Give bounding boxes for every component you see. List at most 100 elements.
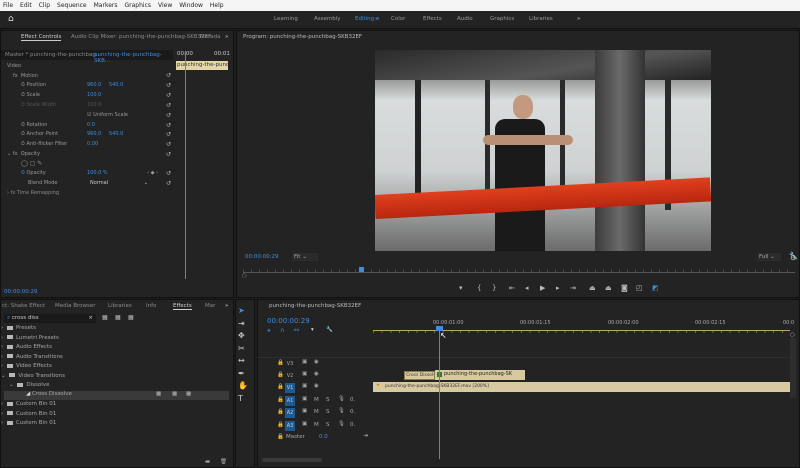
menu-help[interactable]: Help [210, 2, 224, 9]
sync-icon[interactable]: ▣ [302, 408, 307, 414]
master-volume[interactable]: 0.0 [319, 434, 328, 440]
accelerated-effects-icon[interactable]: ▦ [102, 314, 108, 321]
compare-view-button[interactable]: ◰ [636, 284, 643, 292]
eye-icon[interactable]: ◉ [314, 371, 319, 377]
timeline-settings-icon[interactable]: 🔧 [326, 327, 333, 333]
cross-dissolve-transition[interactable]: Cross Dissolve [404, 371, 435, 380]
reset-icon[interactable]: ↺ [166, 170, 171, 177]
reset-icon[interactable]: ↺ [166, 151, 171, 158]
lock-icon[interactable]: 🔒 [277, 360, 284, 366]
add-marker-icon[interactable]: ▾ [311, 327, 314, 333]
anti-flicker-value[interactable]: 0.00 [87, 141, 98, 147]
reset-icon[interactable]: ↺ [166, 141, 171, 148]
type-tool-icon[interactable]: T [238, 394, 243, 403]
rotation-value[interactable]: 0.0 [87, 122, 95, 128]
workspace-graphics[interactable]: Graphics [490, 16, 514, 22]
menu-file[interactable]: File [3, 2, 13, 9]
tab-effects[interactable]: Effects [173, 303, 192, 310]
program-title[interactable]: Program: punching-the-punchbag-SKB32EF [243, 34, 362, 40]
pen-tool-icon[interactable]: ✒ [238, 369, 245, 378]
settings-icon[interactable]: ⚙ [790, 254, 796, 262]
panel-more-button[interactable]: » [225, 34, 228, 40]
reset-icon[interactable]: ↺ [166, 180, 171, 187]
sync-icon[interactable]: ▣ [302, 371, 307, 377]
track-select-tool-icon[interactable]: ⇥ [238, 319, 245, 328]
mic-icon[interactable]: 🎙 [338, 396, 345, 402]
yuv-effects-icon[interactable]: ▦ [128, 314, 134, 321]
menu-graphics[interactable]: Graphics [125, 2, 152, 9]
go-to-out-button[interactable]: ⇥ [570, 284, 576, 292]
tab-libraries[interactable]: Libraries [108, 303, 132, 309]
mute-button[interactable]: M [314, 409, 319, 415]
tab-effect-controls[interactable]: Effect Controls [21, 34, 62, 41]
menu-window[interactable]: Window [179, 2, 203, 9]
ripple-edit-tool-icon[interactable]: ✥ [238, 331, 245, 340]
play-button[interactable]: ▶ [540, 284, 545, 292]
reset-icon[interactable]: ↺ [166, 102, 171, 109]
quality-select[interactable]: Full ⌄ [757, 253, 781, 261]
go-to-in-button[interactable]: ⇤ [509, 284, 515, 292]
position-x[interactable]: 960.0 [87, 82, 101, 88]
tab-info[interactable]: Info [146, 303, 156, 309]
mini-clip[interactable]: punching-the-punchba [176, 61, 228, 70]
master-clip-label[interactable]: Master * punching-the-punchbag... [5, 52, 101, 58]
scale-value[interactable]: 100.0 [87, 92, 101, 98]
mic-icon[interactable]: 🎙 [338, 421, 345, 427]
tab-metadata[interactable]: Metada [200, 34, 221, 40]
snap-icon[interactable]: ∩ [280, 327, 284, 334]
track-label[interactable]: V1 [285, 383, 295, 393]
eye-icon[interactable]: ◉ [314, 359, 319, 365]
menu-edit[interactable]: Edit [20, 2, 32, 9]
menu-view[interactable]: View [158, 2, 172, 9]
lock-icon[interactable]: 🔒 [277, 409, 284, 415]
tab-audio-clip-mixer[interactable]: Audio Clip Mixer: punching-the-punchbag-… [71, 34, 211, 40]
mark-in-button[interactable]: { [477, 284, 481, 292]
menu-markers[interactable]: Markers [94, 2, 118, 9]
tree-item-video-transitions[interactable]: ⌄ Video Transitions [1, 373, 231, 382]
32bit-effects-icon[interactable]: ▦ [115, 314, 121, 321]
delete-icon[interactable]: 🗑 [220, 459, 227, 465]
tab-markers[interactable]: Mar [205, 303, 215, 309]
export-frame-icon[interactable]: ◙ [621, 284, 628, 292]
opacity-value[interactable]: 100.0 % [87, 170, 108, 176]
slip-tool-icon[interactable]: ↔ [238, 356, 245, 365]
effects-search-input[interactable]: ⌕ cross diss × [4, 314, 96, 323]
eye-icon[interactable]: ◉ [314, 383, 319, 389]
position-y[interactable]: 540.0 [109, 82, 123, 88]
tree-item-custom-bin[interactable]: › Custom Bin 01 [1, 420, 231, 429]
timeline-playhead[interactable] [439, 329, 440, 459]
mic-icon[interactable]: 🎙 [338, 408, 345, 414]
hand-tool-icon[interactable]: ✋ [238, 381, 248, 390]
selection-tool-icon[interactable]: ➤ [238, 306, 245, 315]
home-icon[interactable]: ⌂ [8, 14, 14, 24]
volume-value[interactable]: 0. [350, 409, 355, 415]
clear-search-icon[interactable]: × [88, 315, 93, 321]
tree-item-presets[interactable]: › Presets [1, 325, 231, 334]
nest-icon[interactable]: ⚹ [267, 327, 271, 335]
tree-item-audio-transitions[interactable]: › Audio Transitions [1, 354, 231, 363]
vertical-scrollbar[interactable] [790, 338, 796, 398]
linked-selection-icon[interactable]: ⚯ [294, 327, 299, 334]
tree-item-audio-effects[interactable]: › Audio Effects [1, 344, 231, 353]
timeline-sequence-tab[interactable]: punching-the-punchbag-SKB32EF [269, 303, 361, 309]
workspace-audio[interactable]: Audio [457, 16, 473, 22]
lock-icon[interactable]: 🔒 [277, 384, 284, 390]
lock-icon[interactable]: 🔒 [277, 372, 284, 378]
reset-icon[interactable]: ↺ [166, 112, 171, 119]
workspace-menu-icon[interactable]: ≡ [375, 16, 380, 22]
effect-controls-timecode[interactable]: 00:00:00:29 [4, 289, 38, 295]
new-bin-icon[interactable]: ▬ [205, 459, 210, 465]
reset-icon[interactable]: ↺ [166, 72, 171, 79]
track-label[interactable]: A1 [285, 396, 295, 406]
track-label[interactable]: A3 [285, 421, 295, 431]
keyframe-nav-icon[interactable]: ‹ ◆ › [147, 170, 158, 176]
program-time-ruler[interactable] [243, 269, 795, 273]
tree-item-cross-dissolve[interactable]: ◢ Cross Dissolve ▦ ▦ ▦ [4, 391, 229, 400]
lock-icon[interactable]: 🔒 [277, 434, 284, 440]
tree-item-lumetri-presets[interactable]: › Lumetri Presets [1, 335, 231, 344]
tree-item-custom-bin[interactable]: › Custom Bin 01 [1, 401, 231, 410]
fit-select[interactable]: Fit ⌄ [292, 253, 318, 261]
time-remapping-group[interactable]: › fx Time Remapping [7, 190, 179, 200]
lock-icon[interactable]: 🔒 [277, 397, 284, 403]
tree-item-dissolve[interactable]: ⌄ Dissolve [1, 382, 231, 391]
